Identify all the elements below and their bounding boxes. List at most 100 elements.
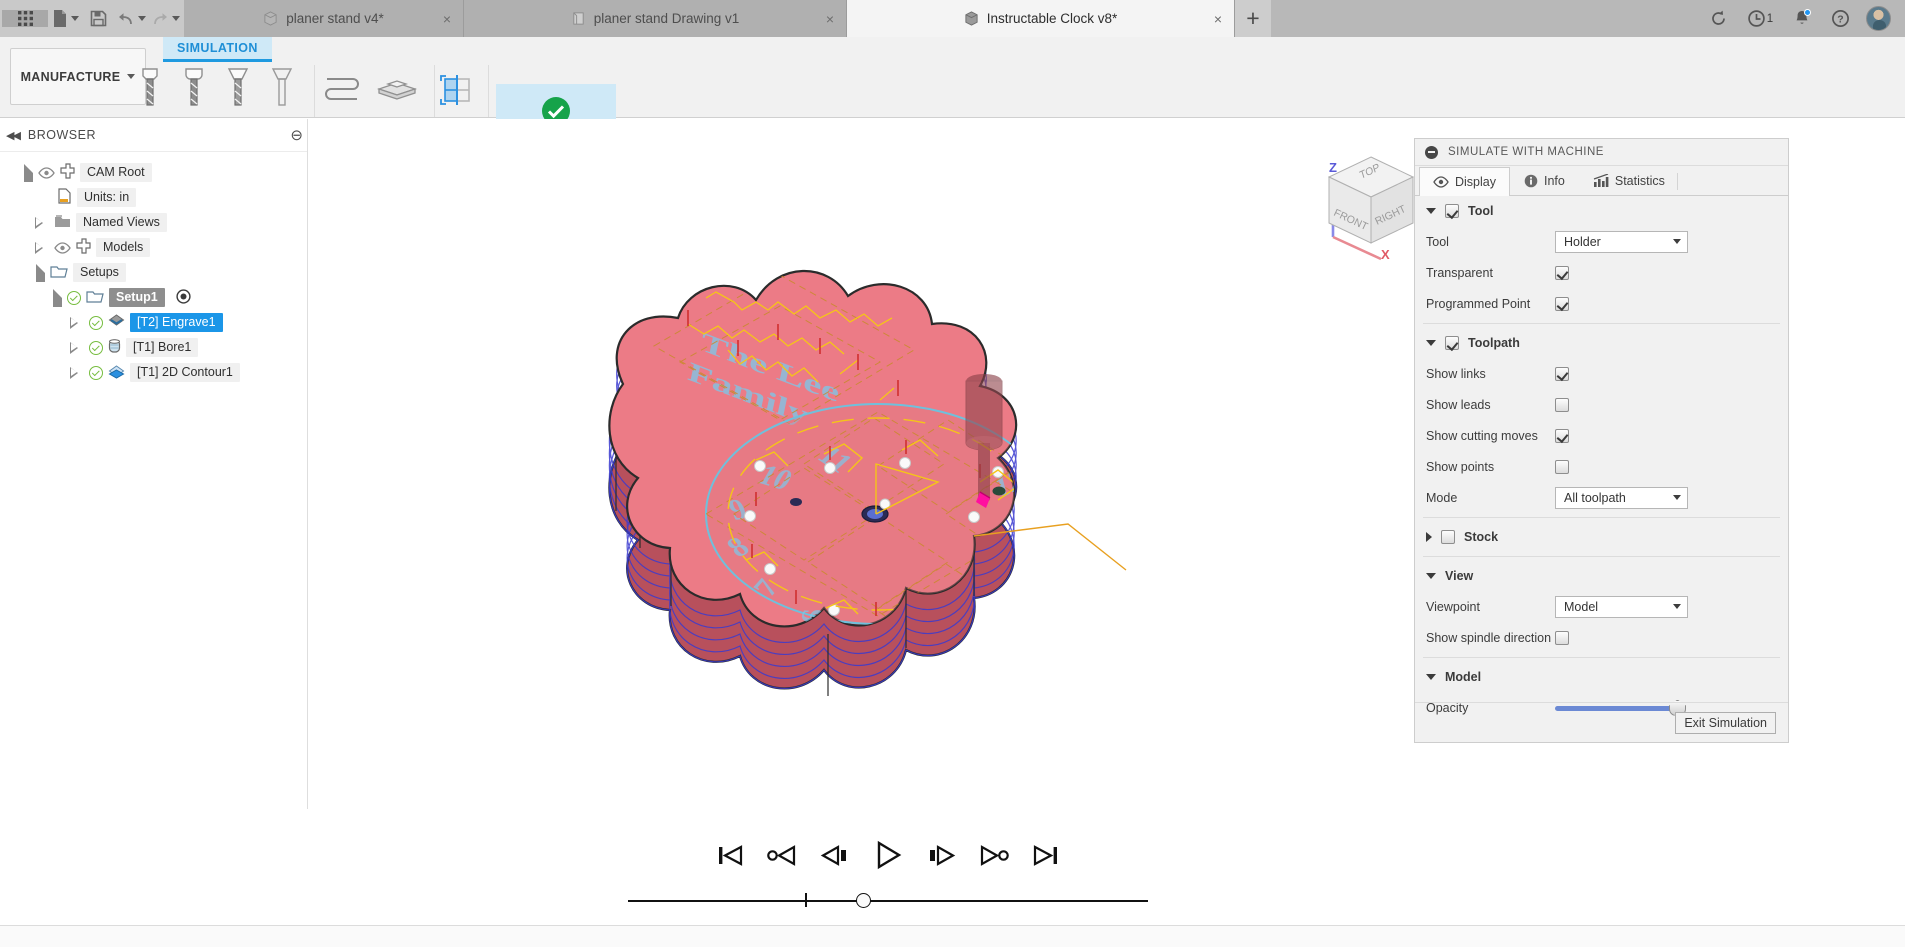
new-tab-button[interactable]: + [1235,0,1271,37]
chevron-down-icon[interactable] [1426,208,1436,214]
minus-circle-icon[interactable]: ⊖ [290,126,303,144]
row-label: Show leads [1426,397,1491,412]
chamfer-mill-icon[interactable] [216,65,260,113]
tab-statistics[interactable]: Statistics [1579,166,1679,195]
expander-closed-icon[interactable] [70,366,78,379]
skip-to-start-button[interactable] [715,842,745,869]
engrave-op-icon [108,313,125,332]
exit-simulation-panel-button[interactable]: Exit Simulation [1675,711,1776,734]
tree-item-setups[interactable]: Setups [0,260,307,285]
ball-endmill-icon[interactable] [172,65,216,113]
expander-open-icon[interactable] [24,163,33,182]
status-ok-icon [89,315,103,330]
refresh-icon[interactable] [1699,0,1737,37]
section-view-header[interactable]: View [1415,561,1788,591]
notifications-bell-icon[interactable] [1783,0,1821,37]
chevron-right-icon[interactable] [1426,532,1432,542]
expander-closed-icon[interactable] [70,316,78,329]
expander-closed-icon[interactable] [70,341,78,354]
step-forward-operation-button[interactable] [978,842,1010,869]
step-back-button[interactable] [819,842,851,869]
section-stock: Stock [1415,522,1788,552]
tree-item-units[interactable]: Units: in [0,185,307,210]
section-toolpath-checkbox[interactable] [1445,336,1459,350]
document-tab-3[interactable]: Instructable Clock v8* × [847,0,1235,37]
stock-solid-icon[interactable] [370,65,424,113]
step-forward-button[interactable] [925,842,957,869]
close-icon[interactable]: × [443,11,451,27]
simulated-part-model[interactable]: The Lee Family 12 1 2 3 6 7 8 9 10 11 [528,214,1148,774]
panel-footer: Exit Simulation [1415,702,1788,742]
chevron-down-icon[interactable] [1426,573,1436,579]
show-cutting-moves-checkbox[interactable] [1555,428,1569,443]
section-model-header[interactable]: Model [1415,662,1788,692]
expander-closed-icon[interactable] [35,216,43,229]
timeline-handle[interactable] [856,893,871,908]
close-icon[interactable]: × [826,11,834,27]
row-label: Tool [1426,234,1449,249]
visibility-eye-icon[interactable] [38,166,55,179]
step-back-operation-button[interactable] [766,842,798,869]
simulation-timeline-slider[interactable] [628,892,1148,910]
section-stock-checkbox[interactable] [1441,530,1455,544]
toolpath-lines-icon[interactable] [316,65,370,113]
skip-to-end-button[interactable] [1031,842,1061,869]
document-tab-1[interactable]: planer stand v4* × [184,0,464,37]
viewpoint-select[interactable]: Model [1555,595,1688,618]
help-icon[interactable]: ? [1821,0,1859,37]
tab-simulation[interactable]: SIMULATION [163,37,272,62]
close-icon[interactable]: × [1214,11,1222,27]
visibility-eye-icon[interactable] [54,241,71,254]
section-toolpath-title: Toolpath [1468,336,1520,350]
show-leads-checkbox[interactable] [1555,397,1569,412]
show-spindle-direction-checkbox[interactable] [1555,630,1569,645]
chevron-down-icon[interactable] [1426,674,1436,680]
document-tab-2[interactable]: planer stand Drawing v1 × [464,0,847,37]
tree-item-cam-root[interactable]: CAM Root [0,160,307,185]
collapse-left-icon[interactable]: ◀◀ [6,129,21,142]
viewport-3d[interactable]: The Lee Family 12 1 2 3 6 7 8 9 10 11 Z … [308,119,1463,947]
redo-icon[interactable] [148,11,182,27]
app-grid-icon[interactable] [2,10,48,27]
new-file-icon[interactable] [48,9,82,28]
row-label: Transparent [1426,265,1493,280]
chevron-down-icon [1673,239,1681,244]
tab-display[interactable]: Display [1419,167,1510,196]
show-points-checkbox[interactable] [1555,459,1569,474]
tree-item-setup1[interactable]: Setup1 [0,285,307,310]
tree-item-models[interactable]: Models [0,235,307,260]
expander-open-icon[interactable] [53,288,62,307]
section-stock-header[interactable]: Stock [1415,522,1788,552]
tree-item-bore1[interactable]: [T1] Bore1 [0,335,307,360]
tree-item-named-views[interactable]: Named Views [0,210,307,235]
expander-closed-icon[interactable] [35,241,43,254]
section-toolpath-header[interactable]: Toolpath [1415,328,1788,358]
divider [1423,323,1780,324]
holder-icon[interactable] [260,65,304,113]
tree-item-engrave1[interactable]: [T2] Engrave1 [0,310,307,335]
tool-display-select[interactable]: Holder [1555,230,1688,253]
section-tool-header[interactable]: Tool [1415,196,1788,226]
expander-open-icon[interactable] [36,263,45,282]
job-status-icon[interactable]: 1 [1737,0,1783,37]
chevron-down-icon[interactable] [1426,340,1436,346]
show-links-checkbox[interactable] [1555,366,1569,381]
flat-endmill-icon[interactable] [128,65,172,113]
play-button[interactable] [872,839,904,871]
minus-circle-icon[interactable] [1425,145,1438,159]
view-cube[interactable]: Z X TOP FRONT RIGHT [1311,143,1431,263]
tree-item-2d-contour1[interactable]: [T1] 2D Contour1 [0,360,307,385]
document-tab-label: planer stand v4* [286,11,384,26]
workspace-switcher[interactable]: MANUFACTURE [10,48,146,105]
undo-icon[interactable] [114,11,148,27]
programmed-point-checkbox[interactable] [1555,296,1569,311]
save-icon[interactable] [82,10,114,27]
target-icon[interactable] [176,288,191,307]
section-view-icon[interactable] [424,65,478,113]
mode-select[interactable]: All toolpath [1555,486,1688,509]
transparent-checkbox[interactable] [1555,265,1569,280]
section-tool-checkbox[interactable] [1445,204,1459,218]
tab-info[interactable]: Info [1510,166,1579,195]
user-avatar[interactable] [1859,0,1897,37]
timeline-track [628,900,1148,902]
